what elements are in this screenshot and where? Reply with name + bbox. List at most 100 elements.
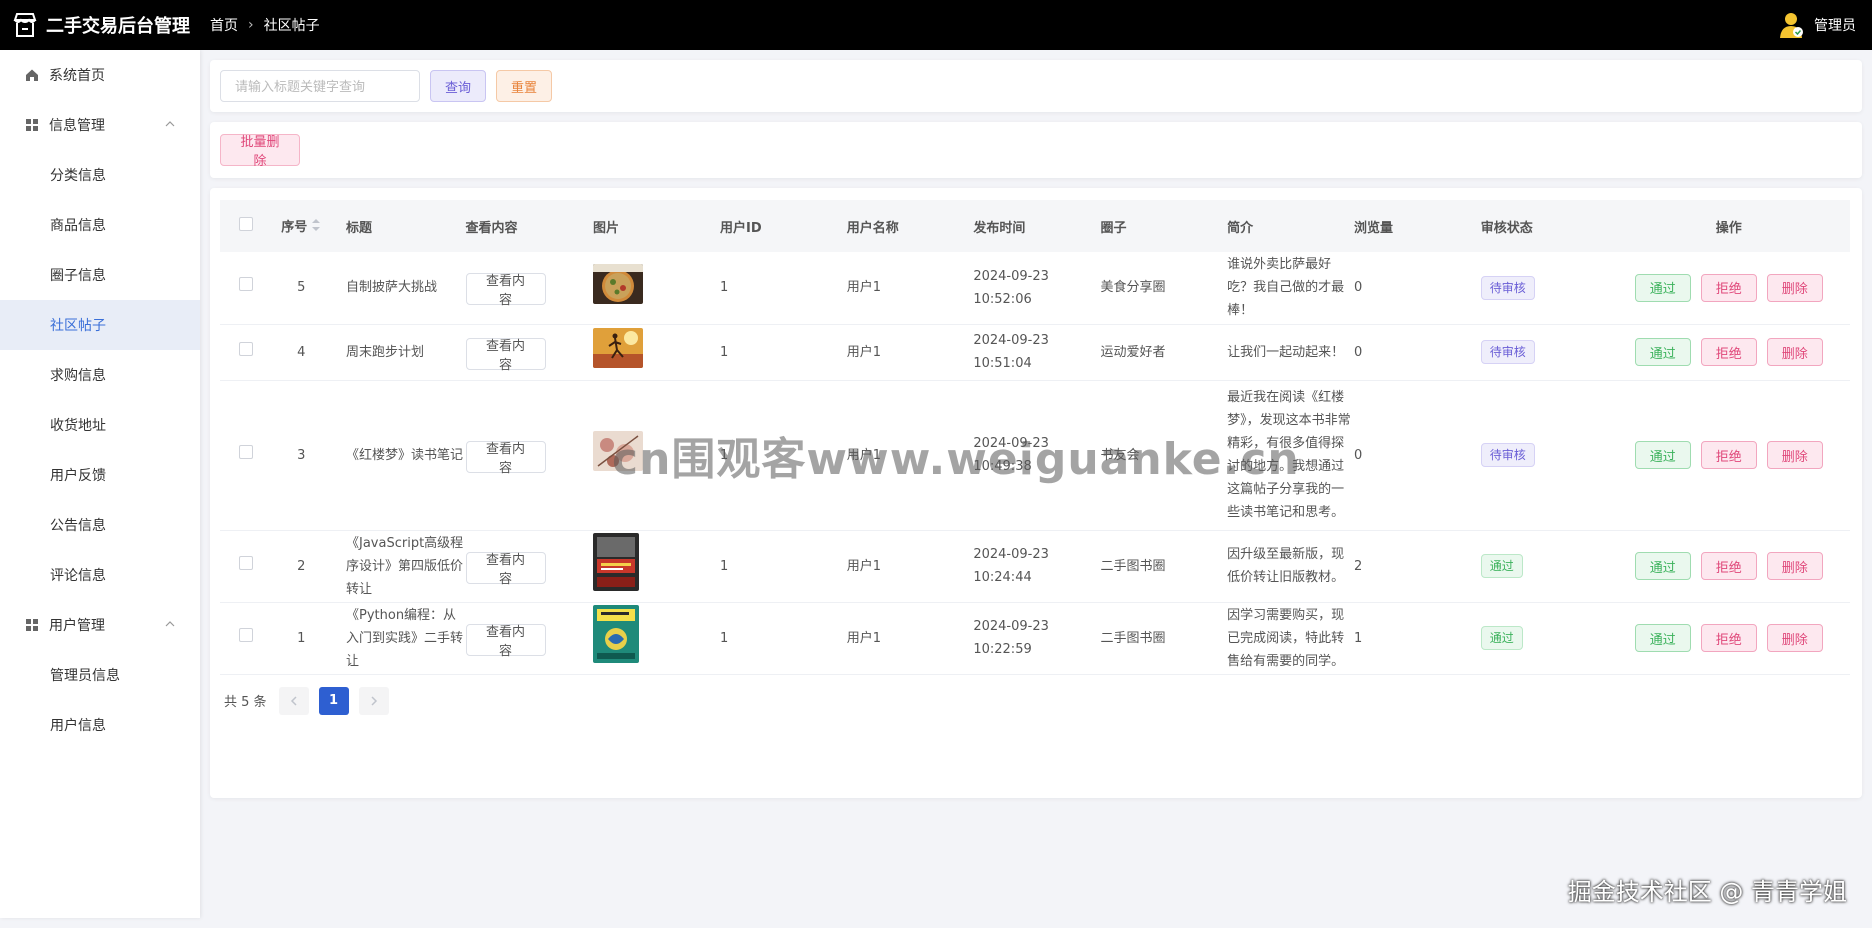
grid-icon	[24, 117, 40, 133]
table-row: 2 《JavaScript高级程序设计》第四版低价转让 查看内容 1 用户1 2024-0…	[220, 530, 1850, 603]
view-count: 0	[1354, 380, 1481, 531]
next-page-button[interactable]	[358, 686, 389, 715]
user-id: 1	[720, 602, 847, 675]
column-header: 发布时间	[973, 220, 1026, 236]
row-checkbox[interactable]	[238, 555, 253, 570]
sidebar-item-label: 用户信息	[50, 718, 106, 734]
column-header: 浏览量	[1354, 220, 1394, 236]
delete-button[interactable]: 删除	[1766, 273, 1823, 302]
sidebar-item-label: 求购信息	[50, 368, 106, 384]
sidebar-item[interactable]: 收货地址	[0, 400, 200, 450]
approve-button[interactable]: 通过	[1634, 273, 1691, 302]
page-number-button[interactable]: 1	[318, 686, 349, 715]
row-checkbox[interactable]	[238, 627, 253, 642]
post-image[interactable]	[592, 263, 643, 304]
row-checkbox[interactable]	[238, 444, 253, 459]
status-badge: 通过	[1480, 626, 1523, 650]
sidebar-item[interactable]: 商品信息	[0, 200, 200, 250]
batch-delete-button[interactable]: 批量删除	[220, 134, 300, 168]
status-badge: 通过	[1480, 554, 1523, 578]
column-header: 圈子	[1100, 220, 1127, 236]
approve-button[interactable]: 通过	[1634, 624, 1691, 652]
delete-button[interactable]: 删除	[1766, 552, 1823, 580]
table-row: 1 《Python编程：从入门到实践》二手转让 查看内容 1 用户1 2024-09-23…	[220, 602, 1850, 675]
user-name: 用户1	[846, 530, 974, 603]
user-name: 管理员	[1814, 18, 1856, 34]
pagination: 共 5 条 1	[220, 675, 1852, 727]
column-header: 用户ID	[720, 220, 762, 236]
table-row: 4 周末跑步计划 查看内容 1 用户1 2024-09-23 10:51:04 运动爱好者让…	[220, 324, 1850, 381]
sidebar-item-label: 用户反馈	[50, 468, 106, 484]
search-input[interactable]	[220, 70, 420, 102]
breadcrumb-current: 社区帖子	[263, 18, 320, 34]
search-bar: 查询 重置	[210, 60, 1862, 112]
reject-button[interactable]: 拒绝	[1700, 338, 1757, 366]
user-id: 1	[720, 324, 847, 381]
sidebar-item[interactable]: 社区帖子	[0, 300, 200, 350]
view-content-button[interactable]: 查看内容	[465, 551, 546, 586]
sidebar-item[interactable]: 信息管理	[0, 100, 200, 150]
sidebar-item[interactable]: 系统首页	[0, 50, 200, 100]
breadcrumb: 首页 › 社区帖子	[210, 15, 320, 35]
row-number: 3	[271, 380, 331, 531]
sidebar-item[interactable]: 分类信息	[0, 150, 200, 200]
approve-button[interactable]: 通过	[1634, 441, 1691, 469]
sidebar-item[interactable]: 管理员信息	[0, 650, 200, 700]
column-header: 操作	[1715, 220, 1742, 236]
view-count: 0	[1354, 252, 1481, 325]
sidebar-item[interactable]: 圈子信息	[0, 250, 200, 300]
user-name: 用户1	[846, 252, 974, 325]
row-actions: 通过 拒绝 删除	[1608, 338, 1850, 366]
posts-table-card: 序号 标题 查看内容 图片 用户ID 用户名称 发布时间 圈子 简介 浏览量 审…	[210, 188, 1862, 798]
avatar	[1776, 10, 1806, 40]
sidebar-item[interactable]: 求购信息	[0, 350, 200, 400]
post-title: 自制披萨大挑战	[331, 252, 466, 325]
chevron-up-icon	[164, 618, 178, 632]
sidebar-item-label: 商品信息	[50, 218, 106, 234]
sidebar-item[interactable]: 用户管理	[0, 600, 200, 650]
post-image[interactable]	[592, 605, 639, 663]
row-actions: 通过 拒绝 删除	[1608, 273, 1850, 302]
user-menu[interactable]: 管理员	[1776, 0, 1856, 50]
column-header: 标题	[346, 220, 373, 236]
column-header: 用户名称	[846, 220, 899, 236]
view-count: 0	[1354, 324, 1481, 381]
reject-button[interactable]: 拒绝	[1700, 273, 1757, 302]
row-number: 4	[271, 324, 331, 381]
row-checkbox[interactable]	[238, 341, 253, 356]
post-image[interactable]	[592, 533, 639, 591]
prev-page-button[interactable]	[278, 686, 309, 715]
breadcrumb-home[interactable]: 首页	[210, 15, 238, 35]
view-count: 2	[1354, 530, 1481, 603]
view-content-button[interactable]: 查看内容	[465, 337, 546, 372]
reset-button[interactable]: 重置	[496, 70, 552, 102]
user-id: 1	[720, 530, 847, 603]
view-content-button[interactable]: 查看内容	[465, 623, 546, 658]
home-icon	[24, 67, 40, 83]
post-title: 《JavaScript高级程序设计》第四版低价转让	[331, 530, 466, 603]
sort-icon[interactable]	[311, 218, 321, 236]
approve-button[interactable]: 通过	[1634, 552, 1691, 580]
sidebar-item[interactable]: 公告信息	[0, 500, 200, 550]
reject-button[interactable]: 拒绝	[1700, 624, 1757, 652]
sidebar-item[interactable]: 评论信息	[0, 550, 200, 600]
delete-button[interactable]: 删除	[1766, 441, 1823, 469]
reject-button[interactable]: 拒绝	[1700, 441, 1757, 469]
view-content-button[interactable]: 查看内容	[465, 440, 546, 475]
post-image[interactable]	[592, 328, 643, 368]
sidebar-item[interactable]: 用户信息	[0, 700, 200, 750]
delete-button[interactable]: 删除	[1766, 624, 1823, 652]
select-all-checkbox[interactable]	[238, 217, 253, 231]
approve-button[interactable]: 通过	[1634, 338, 1691, 366]
reject-button[interactable]: 拒绝	[1700, 552, 1757, 580]
app-title: 二手交易后台管理	[46, 16, 190, 37]
post-title: 周末跑步计划	[331, 324, 466, 381]
sidebar-item[interactable]: 用户反馈	[0, 450, 200, 500]
column-header: 图片	[592, 220, 619, 236]
view-content-button[interactable]: 查看内容	[465, 273, 546, 307]
query-button[interactable]: 查询	[430, 70, 486, 102]
row-checkbox[interactable]	[238, 277, 253, 292]
circle-name: 运动爱好者	[1100, 324, 1228, 381]
sidebar-item-label: 公告信息	[50, 518, 106, 534]
delete-button[interactable]: 删除	[1766, 338, 1823, 366]
